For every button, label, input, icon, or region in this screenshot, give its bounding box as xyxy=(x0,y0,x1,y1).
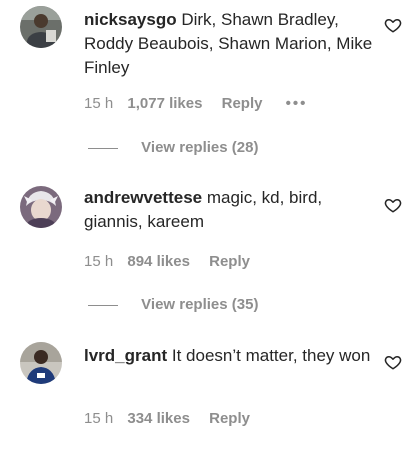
avatar[interactable] xyxy=(20,186,62,228)
reply-button[interactable]: Reply xyxy=(222,94,263,114)
replies-divider-line xyxy=(88,304,118,306)
comment-meta: 15 h 1,077 likes Reply ••• xyxy=(84,94,307,114)
likes-count[interactable]: 334 likes xyxy=(127,409,190,429)
replies-divider-line xyxy=(88,147,118,149)
reply-button[interactable]: Reply xyxy=(209,409,250,429)
heart-icon[interactable] xyxy=(384,353,402,371)
comment-text-block: lvrd_grant It doesn’t matter, they won xyxy=(84,344,374,368)
comment-timestamp: 15 h xyxy=(84,410,114,428)
comment-username[interactable]: lvrd_grant xyxy=(84,346,167,365)
view-replies-label: View replies (28) xyxy=(141,139,259,157)
heart-icon[interactable] xyxy=(384,16,402,34)
heart-icon[interactable] xyxy=(384,196,402,214)
reply-button[interactable]: Reply xyxy=(209,252,250,272)
view-replies-button[interactable]: View replies (35) xyxy=(88,295,258,315)
likes-count[interactable]: 1,077 likes xyxy=(127,94,202,114)
likes-count[interactable]: 894 likes xyxy=(127,252,190,272)
view-replies-label: View replies (35) xyxy=(141,296,259,314)
comment-body: It doesn’t matter, they won xyxy=(171,346,371,365)
comment-timestamp: 15 h xyxy=(84,253,114,271)
comment-text-block: nicksaysgo Dirk, Shawn Bradley, Roddy Be… xyxy=(84,8,374,80)
comment-meta: 15 h 334 likes Reply xyxy=(84,409,250,429)
more-options-icon[interactable]: ••• xyxy=(286,94,308,114)
comment-text-block: andrewvettese magic, kd, bird, giannis, … xyxy=(84,186,374,234)
comment-username[interactable]: nicksaysgo xyxy=(84,10,177,29)
view-replies-button[interactable]: View replies (28) xyxy=(88,138,258,158)
avatar[interactable] xyxy=(20,6,62,48)
comment-username[interactable]: andrewvettese xyxy=(84,188,202,207)
comment-timestamp: 15 h xyxy=(84,95,114,113)
avatar[interactable] xyxy=(20,342,62,384)
comment-meta: 15 h 894 likes Reply xyxy=(84,252,250,272)
